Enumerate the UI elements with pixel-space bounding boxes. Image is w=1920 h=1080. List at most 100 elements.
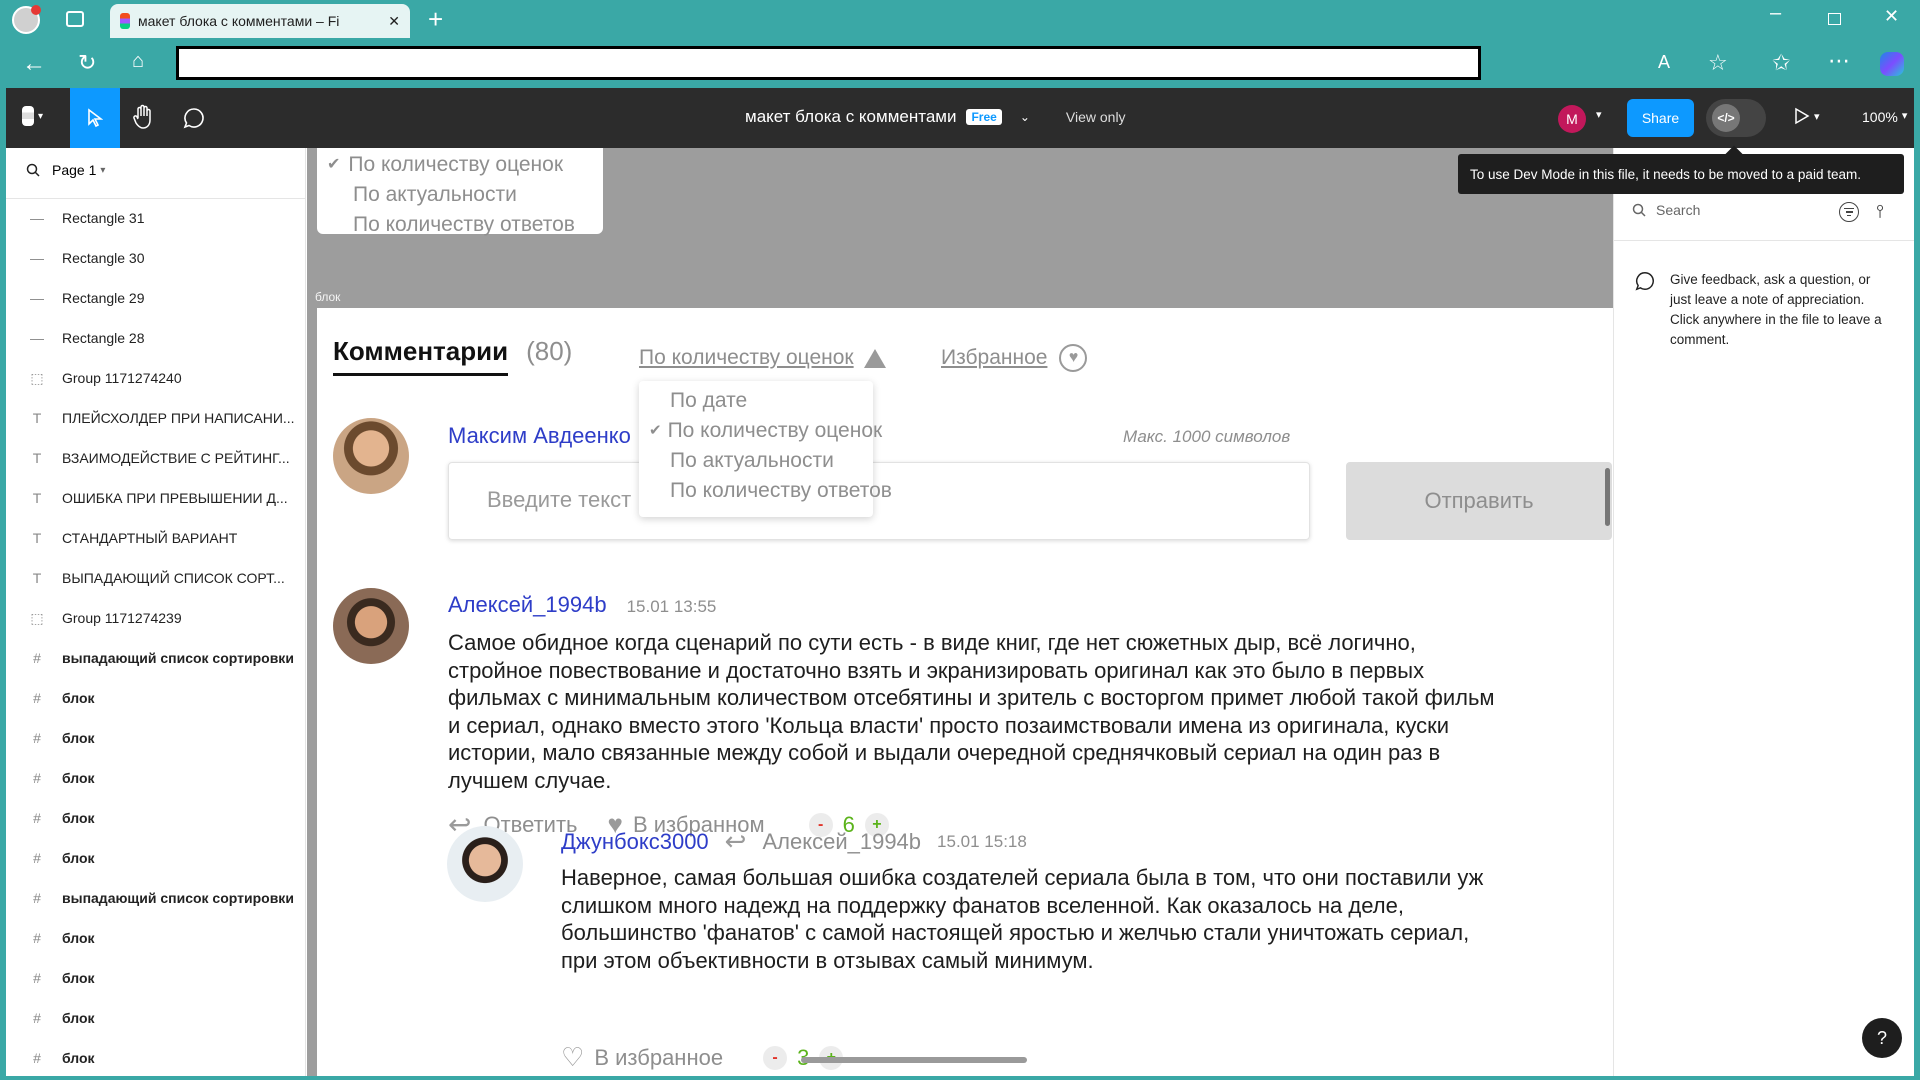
- horizontal-scrollbar[interactable]: [801, 1057, 1027, 1063]
- frame-icon: #: [33, 1010, 41, 1026]
- top-dropdown-option[interactable]: По количеству ответов: [327, 210, 603, 240]
- layer-row[interactable]: # блок: [6, 686, 306, 710]
- layer-row[interactable]: # блок: [6, 806, 306, 830]
- group-icon: ⬚: [30, 369, 44, 386]
- line-icon: —: [30, 330, 44, 346]
- layer-row[interactable]: # выпадающий список сортировки: [6, 646, 306, 670]
- line-icon: —: [30, 210, 44, 226]
- page-selector[interactable]: Page 1 ▾: [26, 162, 105, 178]
- layer-row[interactable]: T ВЗАИМОДЕЙСТВИЕ С РЕЙТИНГ...: [6, 446, 306, 470]
- user-avatar[interactable]: M: [1558, 105, 1586, 133]
- zoom-value: 100%: [1862, 109, 1898, 125]
- layer-row[interactable]: — Rectangle 28: [6, 326, 306, 350]
- move-tool-button[interactable]: [70, 88, 120, 148]
- layer-row[interactable]: — Rectangle 29: [6, 286, 306, 310]
- frame-icon: #: [33, 810, 41, 826]
- layer-name: ВЫПАДАЮЩИЙ СПИСОК СОРТ...: [62, 570, 285, 586]
- top-dropdown-option[interactable]: ✔ По количеству оценок: [327, 150, 603, 180]
- layer-row[interactable]: T ВЫПАДАЮЩИЙ СПИСОК СОРТ...: [6, 566, 306, 590]
- close-window-icon[interactable]: ✕: [1884, 6, 1899, 27]
- layer-row[interactable]: # блок: [6, 926, 306, 950]
- sort-label: По количеству оценок: [639, 346, 854, 369]
- layer-row[interactable]: # блок: [6, 766, 306, 790]
- file-name[interactable]: макет блока с комментами: [745, 107, 956, 127]
- frame-label[interactable]: блок: [315, 290, 340, 304]
- layer-row[interactable]: # блок: [6, 966, 306, 990]
- canvas[interactable]: ✔ По количеству оценок По актуальности По…: [307, 148, 1613, 1076]
- layer-row[interactable]: ⬚ Group 1171274240: [6, 366, 306, 390]
- sort-toggle[interactable]: По количеству оценок: [639, 346, 886, 370]
- layer-row[interactable]: T ОШИБКА ПРИ ПРЕВЫШЕНИИ Д...: [6, 486, 306, 510]
- layer-row[interactable]: # блок: [6, 1046, 306, 1070]
- comment-author[interactable]: Алексей_1994b: [448, 592, 607, 618]
- dev-mode-toggle[interactable]: </>: [1706, 99, 1766, 137]
- sort-option-date[interactable]: По дате: [649, 386, 873, 416]
- avatar: [333, 418, 409, 494]
- reply-to-user[interactable]: Алексей_1994b: [762, 829, 921, 855]
- more-icon[interactable]: ⋯: [1828, 48, 1850, 74]
- layer-row[interactable]: ⬚ Group 1171274239: [6, 606, 306, 630]
- figma-favicon-icon: [120, 13, 130, 29]
- minimize-icon[interactable]: –: [1770, 2, 1781, 25]
- reload-icon[interactable]: ↻: [78, 50, 96, 76]
- layer-row[interactable]: # выпадающий список сортировки: [6, 886, 306, 910]
- profile-icon[interactable]: [12, 5, 41, 34]
- back-icon[interactable]: ←: [22, 50, 46, 78]
- code-icon: </>: [1712, 104, 1740, 132]
- top-dropdown-option[interactable]: По актуальности: [327, 180, 603, 210]
- favorites-icon[interactable]: ✩: [1772, 50, 1790, 76]
- layer-row[interactable]: — Rectangle 30: [6, 246, 306, 270]
- cursor-arrow-icon: [88, 108, 103, 128]
- copilot-icon[interactable]: [1880, 52, 1904, 76]
- favorites-filter[interactable]: Избранное ♥: [941, 344, 1088, 372]
- favorite-star-icon[interactable]: ☆: [1708, 50, 1728, 76]
- layer-row[interactable]: # блок: [6, 726, 306, 750]
- layer-row[interactable]: T ПЛЕЙСХОЛДЕР ПРИ НАПИСАНИ...: [6, 406, 306, 430]
- filter-icon[interactable]: [1839, 202, 1859, 222]
- new-tab-button[interactable]: +: [428, 4, 443, 35]
- search-icon: [26, 163, 40, 177]
- browser-tab[interactable]: макет блока с комментами – Fi ✕: [110, 4, 410, 38]
- comments-search[interactable]: Search: [1632, 202, 1700, 218]
- restore-icon[interactable]: [1828, 13, 1841, 25]
- comment-bubble-icon: [1635, 272, 1654, 291]
- layer-row[interactable]: — Rectangle 31: [6, 206, 306, 230]
- settings-sliders-icon[interactable]: ⫯: [1876, 201, 1884, 222]
- file-menu-chevron-icon[interactable]: ⌄: [1020, 110, 1030, 124]
- scroll-handle[interactable]: [1605, 468, 1610, 526]
- home-icon[interactable]: ⌂: [132, 50, 144, 73]
- layer-name: Rectangle 30: [62, 250, 145, 266]
- avatar-chevron-icon[interactable]: ▾: [1596, 108, 1602, 121]
- zoom-menu[interactable]: 100% ▾: [1862, 109, 1907, 125]
- main-menu-button[interactable]: ▾: [22, 106, 43, 126]
- comment-tool-button[interactable]: [182, 106, 206, 130]
- read-aloud-icon[interactable]: A: [1658, 52, 1670, 73]
- share-button[interactable]: Share: [1627, 99, 1694, 137]
- view-only-label: View only: [1065, 109, 1126, 125]
- send-button[interactable]: Отправить: [1346, 462, 1612, 540]
- tab-actions-icon[interactable]: [66, 11, 84, 27]
- layer-row[interactable]: # блок: [6, 1006, 306, 1030]
- zoom-chevron-icon: ▾: [1901, 110, 1908, 122]
- sort-option-replies[interactable]: По количеству ответов: [649, 476, 892, 506]
- layer-name: блок: [62, 930, 95, 946]
- reply-author[interactable]: Джунбокс3000: [561, 829, 709, 855]
- present-button[interactable]: ▾: [1794, 107, 1820, 125]
- frame-icon: #: [33, 690, 41, 706]
- downvote-button[interactable]: -: [763, 1045, 788, 1070]
- tab-close-icon[interactable]: ✕: [388, 13, 400, 30]
- sort-option-relevance[interactable]: По актуальности: [649, 446, 873, 476]
- layer-name: выпадающий список сортировки: [62, 890, 294, 906]
- address-bar[interactable]: [176, 46, 1481, 80]
- sort-option-rating[interactable]: ✔ По количеству оценок: [649, 416, 882, 446]
- hand-tool-button[interactable]: [132, 104, 156, 130]
- composer-author[interactable]: Максим Авдеенко: [448, 423, 631, 449]
- layer-row[interactable]: T СТАНДАРТНЫЙ ВАРИАНТ: [6, 526, 306, 550]
- user-initial: M: [1566, 111, 1578, 127]
- page-chevron-icon: ▾: [100, 164, 106, 176]
- comments-title: Комментарии: [333, 336, 509, 376]
- favorite-button[interactable]: ♡ В избранное: [561, 1042, 723, 1073]
- line-icon: —: [30, 250, 44, 266]
- layer-row[interactable]: # блок: [6, 846, 306, 870]
- help-button[interactable]: ?: [1862, 1018, 1902, 1058]
